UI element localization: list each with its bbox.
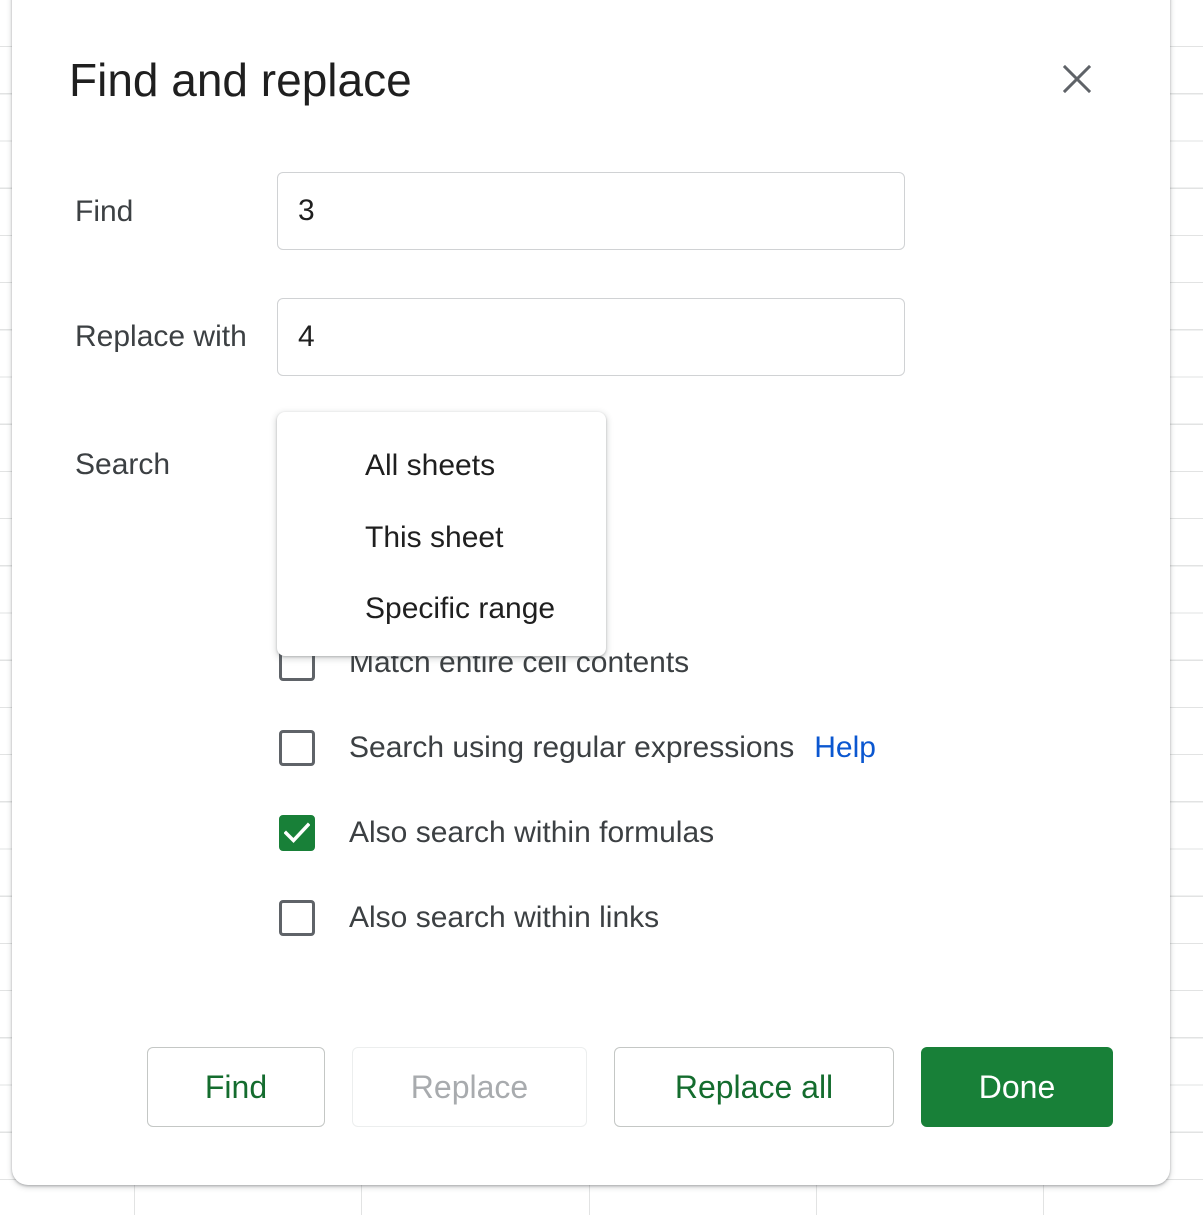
grid-column-line — [589, 1180, 590, 1215]
menu-item-all-sheets[interactable]: All sheets — [277, 436, 606, 496]
option-label: Also search within links — [349, 901, 660, 934]
menu-item-this-sheet[interactable]: This sheet — [277, 508, 606, 568]
option-label: Search using regular expressions — [349, 731, 795, 764]
replace-input-value: 4 — [298, 320, 315, 353]
find-input-value: 3 — [298, 194, 315, 227]
replace-with-label: Replace with — [75, 320, 247, 353]
option-label: Also search within formulas — [349, 816, 715, 849]
search-scope-menu: All sheets This sheet Specific range — [277, 412, 606, 656]
checkmark-icon — [284, 822, 310, 844]
help-link[interactable]: Help — [814, 730, 876, 766]
option-search-formulas[interactable]: Also search within formulas — [279, 812, 714, 854]
close-button[interactable] — [1052, 54, 1102, 104]
replace-all-button[interactable]: Replace all — [614, 1047, 894, 1127]
replace-with-input[interactable]: 4 — [277, 298, 905, 376]
find-label: Find — [75, 195, 134, 228]
menu-item-specific-range[interactable]: Specific range — [277, 579, 606, 639]
search-label: Search — [75, 448, 171, 481]
option-regular-expressions[interactable]: Search using regular expressions Help — [279, 727, 876, 769]
grid-column-line — [1043, 1180, 1044, 1215]
checkbox[interactable] — [279, 900, 315, 936]
close-icon — [1063, 65, 1091, 93]
option-search-links[interactable]: Also search within links — [279, 897, 659, 939]
find-button[interactable]: Find — [147, 1047, 325, 1127]
checkbox-checked[interactable] — [279, 815, 315, 851]
grid-column-line — [134, 1180, 135, 1215]
find-input[interactable]: 3 — [277, 172, 905, 250]
grid-column-line — [361, 1180, 362, 1215]
done-button[interactable]: Done — [921, 1047, 1113, 1127]
dialog-title: Find and replace — [69, 54, 412, 106]
replace-button[interactable]: Replace — [352, 1047, 587, 1127]
grid-column-line — [816, 1180, 817, 1215]
find-replace-dialog: Find and replace Find 3 Replace with 4 S… — [12, 0, 1170, 1185]
checkbox[interactable] — [279, 730, 315, 766]
